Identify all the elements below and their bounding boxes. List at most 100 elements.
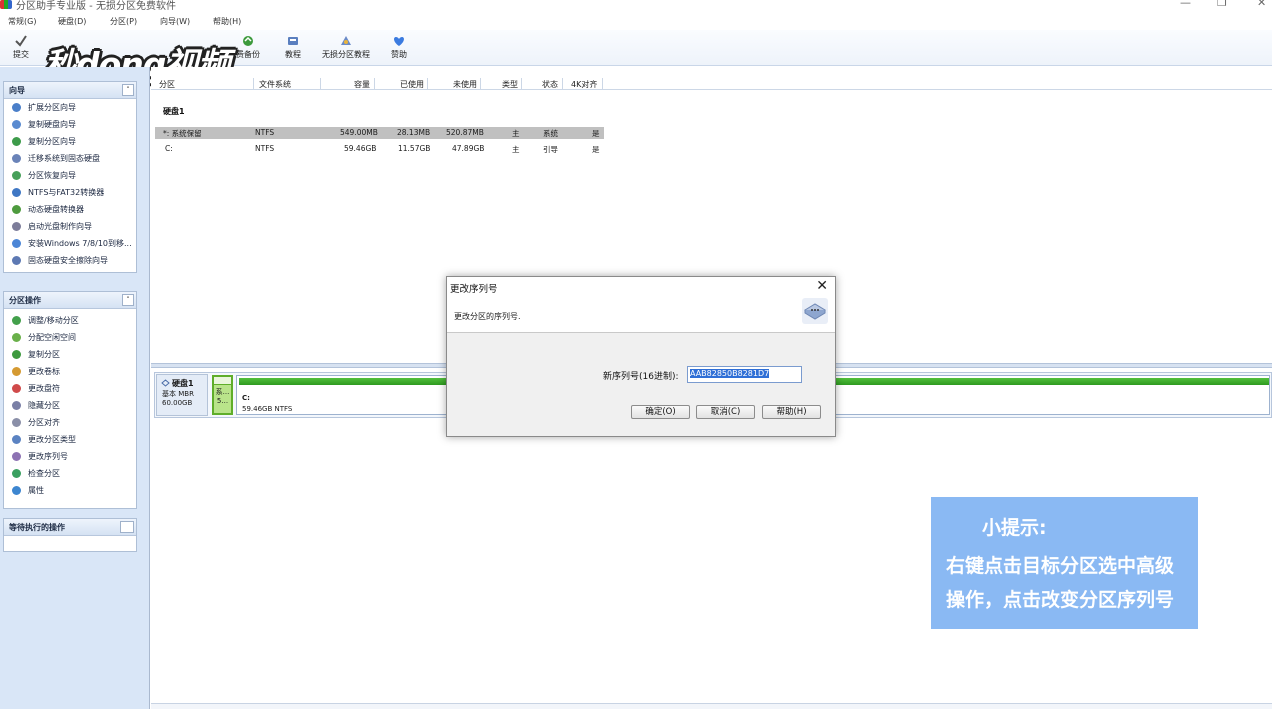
- backup-icon: [243, 36, 253, 46]
- cell-status: 系统: [543, 129, 558, 138]
- collapse-wizard-icon[interactable]: ˄: [122, 84, 134, 96]
- col-4k[interactable]: 4K对齐: [571, 79, 597, 90]
- menu-disk[interactable]: 硬盘(D): [58, 16, 86, 27]
- nav-label: 隐藏分区: [28, 401, 60, 410]
- nav-label: 分区对齐: [28, 418, 60, 427]
- cancel-button[interactable]: 取消(C): [696, 405, 755, 419]
- operations-group-header: 分区操作 ˄: [4, 292, 136, 309]
- nav-label: 扩展分区向导: [28, 103, 76, 112]
- col-status[interactable]: 状态: [542, 79, 558, 90]
- pending-group: 等待执行的操作: [3, 518, 137, 552]
- nav-label: 更改序列号: [28, 452, 68, 461]
- sidebar-item-change-type[interactable]: 更改分区类型: [4, 431, 136, 448]
- extend-icon: [12, 103, 21, 112]
- dialog-header: 更改序列号 ✕ 更改分区的序列号.: [447, 277, 835, 333]
- commit-button[interactable]: 提交: [10, 34, 32, 60]
- nav-label: 分配空闲空间: [28, 333, 76, 342]
- change-serial-dialog: 更改序列号 ✕ 更改分区的序列号. 新序列号(16进制): AAB82850B8…: [446, 276, 836, 437]
- tutorial-icon: [288, 37, 298, 45]
- col-divider: [427, 78, 428, 90]
- collapse-operations-icon[interactable]: ˄: [122, 294, 134, 306]
- sidebar-item-resize[interactable]: 调整/移动分区: [4, 312, 136, 329]
- table-row[interactable]: C: NTFS 59.46GB 11.57GB 47.89GB 主 引导 是: [155, 143, 604, 155]
- sidebar-item-dynamic-disk[interactable]: 动态硬盘转换器: [4, 201, 136, 218]
- close-window-icon[interactable]: ✕: [1257, 0, 1266, 9]
- nav-label: 更改分区类型: [28, 435, 76, 444]
- operations-group: 分区操作 ˄ 调整/移动分区 分配空闲空间 复制分区 更改卷标 更改盘符 隐藏分…: [3, 291, 137, 509]
- ok-button[interactable]: 确定(O): [631, 405, 690, 419]
- sidebar-item-check[interactable]: 检查分区: [4, 465, 136, 482]
- col-capacity[interactable]: 容量: [354, 79, 370, 90]
- tutorial-button[interactable]: 教程: [282, 34, 304, 60]
- sidebar-item-install-windows[interactable]: 安装Windows 7/8/10到移...: [4, 235, 136, 252]
- copy-disk-icon: [12, 120, 21, 129]
- windows-icon: [12, 239, 21, 248]
- label-icon: [12, 367, 21, 376]
- sidebar-item-change-label[interactable]: 更改卷标: [4, 363, 136, 380]
- heart-icon: [394, 37, 404, 46]
- sidebar-item-change-letter[interactable]: 更改盘符: [4, 380, 136, 397]
- table-row[interactable]: *: 系统保留 NTFS 549.00MB 28.13MB 520.87MB 主…: [155, 127, 604, 139]
- collapse-pending-icon[interactable]: [120, 521, 134, 533]
- col-type[interactable]: 类型: [502, 79, 518, 90]
- partition-tutorial-button[interactable]: 无损分区教程: [320, 34, 372, 60]
- sidebar-item-copy[interactable]: 复制分区: [4, 346, 136, 363]
- dialog-description: 更改分区的序列号.: [454, 312, 521, 321]
- col-divider: [320, 78, 321, 90]
- system-partition-block[interactable]: 系... 5...: [212, 375, 233, 415]
- sidebar-item-bootable-cd[interactable]: 启动光盘制作向导: [4, 218, 136, 235]
- copy-icon: [12, 350, 21, 359]
- properties-icon: [12, 486, 21, 495]
- menu-partition[interactable]: 分区(P): [110, 16, 137, 27]
- menu-wizard[interactable]: 向导(W): [160, 16, 190, 27]
- menu-general[interactable]: 常规(G): [8, 16, 36, 27]
- sidebar-item-extend-wizard[interactable]: 扩展分区向导: [4, 99, 136, 116]
- sponsor-label: 赞助: [391, 50, 407, 59]
- cell-partition: *: 系统保留: [163, 129, 202, 138]
- window-title: 分区助手专业版 - 无损分区免费软件: [16, 1, 176, 12]
- minimize-icon[interactable]: —: [1180, 0, 1191, 9]
- sys-partition-size: 5...: [216, 397, 229, 405]
- nav-label: 固态硬盘安全擦除向导: [28, 256, 108, 265]
- sponsor-button[interactable]: 赞助: [389, 34, 409, 60]
- cd-icon: [12, 222, 21, 231]
- serial-value: AAB82850B8281D7: [690, 369, 770, 378]
- sidebar-item-ssd-erase[interactable]: 固态硬盘安全擦除向导: [4, 252, 136, 269]
- serial-input[interactable]: AAB82850B8281D7: [687, 366, 802, 383]
- sidebar-item-ntfs-fat32[interactable]: NTFS与FAT32转换器: [4, 184, 136, 201]
- col-unused[interactable]: 未使用: [453, 79, 477, 90]
- sidebar-item-copy-disk[interactable]: 复制硬盘向导: [4, 116, 136, 133]
- menu-help[interactable]: 帮助(H): [213, 16, 241, 27]
- col-filesystem[interactable]: 文件系统: [259, 79, 291, 90]
- col-divider: [521, 78, 522, 90]
- disk-info-card[interactable]: 硬盘1 基本 MBR 60.00GB: [156, 374, 208, 416]
- wizard-group-title: 向导: [9, 86, 25, 95]
- app-icon: [0, 0, 12, 9]
- check-icon: [12, 469, 21, 478]
- disk-icon: [161, 379, 170, 387]
- nav-label: 更改卷标: [28, 367, 60, 376]
- sidebar-item-align[interactable]: 分区对齐: [4, 414, 136, 431]
- wizard-group-header: 向导 ˄: [4, 82, 136, 99]
- serial-field-label: 新序列号(16进制):: [603, 372, 679, 382]
- nav-label: 更改盘符: [28, 384, 60, 393]
- sidebar-item-properties[interactable]: 属性: [4, 482, 136, 499]
- sidebar-item-recovery[interactable]: 分区恢复向导: [4, 167, 136, 184]
- operations-group-title: 分区操作: [9, 296, 41, 305]
- maximize-icon[interactable]: ❐: [1217, 0, 1227, 9]
- sidebar-item-migrate-os[interactable]: 迁移系统到固态硬盘: [4, 150, 136, 167]
- left-panel: 向导 ˄ 扩展分区向导 复制硬盘向导 复制分区向导 迁移系统到固态硬盘 分区恢复…: [0, 67, 150, 709]
- sidebar-item-allocate[interactable]: 分配空闲空间: [4, 329, 136, 346]
- sidebar-item-hide[interactable]: 隐藏分区: [4, 397, 136, 414]
- col-partition[interactable]: 分区: [159, 79, 175, 90]
- copy-partition-icon: [12, 137, 21, 146]
- sidebar-item-change-serial[interactable]: 更改序列号: [4, 448, 136, 465]
- close-icon[interactable]: ✕: [816, 278, 828, 294]
- c-partition-size: 59.46GB NTFS: [242, 405, 293, 413]
- help-button[interactable]: 帮助(H): [762, 405, 821, 419]
- sidebar-item-copy-partition[interactable]: 复制分区向导: [4, 133, 136, 150]
- column-header: 分区 文件系统 容量 已使用 未使用 类型 状态 4K对齐: [151, 78, 1272, 90]
- recovery-icon: [12, 171, 21, 180]
- col-used[interactable]: 已使用: [400, 79, 424, 90]
- nav-label: 属性: [28, 486, 44, 495]
